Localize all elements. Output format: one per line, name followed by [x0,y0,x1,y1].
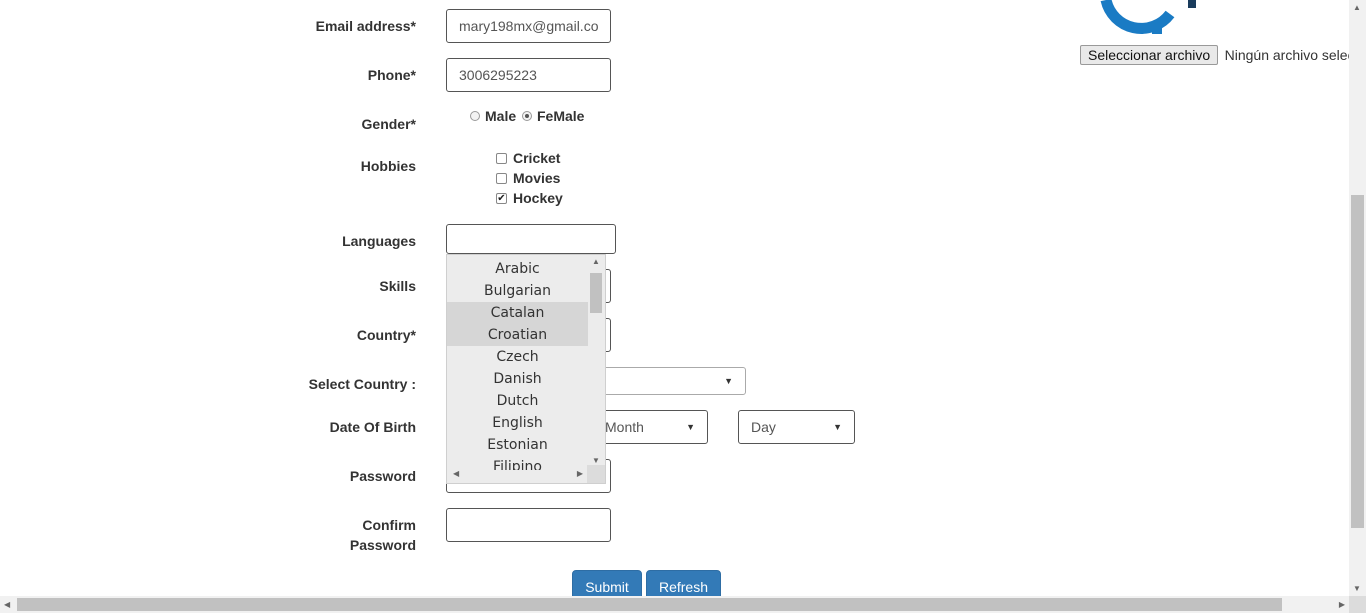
languages-dropdown-list[interactable]: Arabic Bulgarian Catalan Croatian Czech … [446,254,606,484]
scroll-right-icon[interactable]: ▶ [577,469,583,478]
hobby-movies-checkbox[interactable]: Movies [496,170,560,186]
dropdown-vertical-scrollbar[interactable]: ▲ ▼ [589,257,603,465]
hobby-hockey-label: Hockey [513,190,563,206]
scrollbar-corner [587,465,605,483]
list-item[interactable]: Czech [447,346,588,368]
gender-female-radio[interactable]: FeMale [522,108,584,124]
scrollbar-thumb[interactable] [590,273,602,313]
country-label: Country* [356,327,416,343]
list-item[interactable]: Estonian [447,434,588,456]
confirm-password-label-line1: Confirm [362,517,416,533]
checkbox-icon [496,172,507,184]
scrollbar-thumb[interactable] [1351,195,1364,528]
choose-file-button[interactable]: Seleccionar archivo [1080,45,1219,65]
hobby-cricket-checkbox[interactable]: Cricket [496,150,560,166]
list-item[interactable]: Dutch [447,390,588,412]
phone-field[interactable]: 3006295223 [446,58,611,92]
gender-female-label: FeMale [537,108,585,124]
hobby-hockey-checkbox[interactable]: ✔ Hockey [496,190,563,206]
list-item[interactable]: Catalan [447,302,588,324]
gender-male-label: Male [485,108,517,124]
file-upload: Seleccionar archivo Ningún archivo selec… [1080,45,1350,67]
scroll-right-icon[interactable]: ▶ [1339,600,1345,609]
dob-day-value: Day [751,419,776,435]
scroll-left-icon[interactable]: ◀ [4,600,10,609]
gender-male-radio[interactable]: Male [470,108,516,124]
page-horizontal-scrollbar[interactable]: ◀ ▶ [0,596,1349,613]
hobby-cricket-label: Cricket [513,150,561,166]
scrollbar-corner [1349,596,1366,613]
scrollbar-thumb[interactable] [17,598,1282,611]
confirm-password-field[interactable] [446,508,611,542]
page-vertical-scrollbar[interactable]: ▲ ▼ [1349,0,1366,596]
logo-gear-icon [1100,0,1196,34]
checkmark-icon: ✔ [496,192,507,204]
list-item[interactable]: Croatian [447,324,588,346]
file-status-text: Ningún archivo seleccionado [1224,47,1350,63]
dropdown-horizontal-scrollbar[interactable]: ◀ ▶ [449,467,587,481]
hobbies-label: Hobbies [360,158,416,174]
checkbox-icon [496,152,507,164]
list-item[interactable]: Danish [447,368,588,390]
password-label: Password [349,468,416,484]
email-field[interactable]: mary198mx@gmail.co [446,9,611,43]
chevron-down-icon: ▼ [833,422,842,432]
scroll-up-icon[interactable]: ▲ [1353,3,1361,12]
list-item[interactable]: English [447,412,588,434]
list-item[interactable]: Bulgarian [447,280,588,302]
scroll-down-icon[interactable]: ▼ [592,456,600,465]
dob-month-value: Month [605,419,644,435]
select-country-label: Select Country : [308,376,416,392]
languages-input[interactable] [446,224,616,254]
gender-label: Gender* [361,116,416,132]
list-item[interactable]: Arabic [447,258,588,280]
hobby-movies-label: Movies [513,170,561,186]
scroll-up-icon[interactable]: ▲ [592,257,600,266]
scroll-down-icon[interactable]: ▼ [1353,584,1361,593]
radio-selected-icon [522,111,532,121]
dob-day-select[interactable]: Day ▼ [738,410,855,444]
skills-label: Skills [379,278,416,294]
chevron-down-icon: ▼ [686,422,695,432]
dob-label: Date Of Birth [329,419,416,435]
languages-label: Languages [342,233,416,249]
radio-icon [470,111,480,121]
chevron-down-icon: ▼ [724,376,733,386]
confirm-password-label-line2: Password [349,537,416,553]
scroll-left-icon[interactable]: ◀ [453,469,459,478]
phone-label: Phone* [367,67,416,83]
dob-month-select[interactable]: Month ▼ [592,410,708,444]
email-label: Email address* [315,18,416,34]
